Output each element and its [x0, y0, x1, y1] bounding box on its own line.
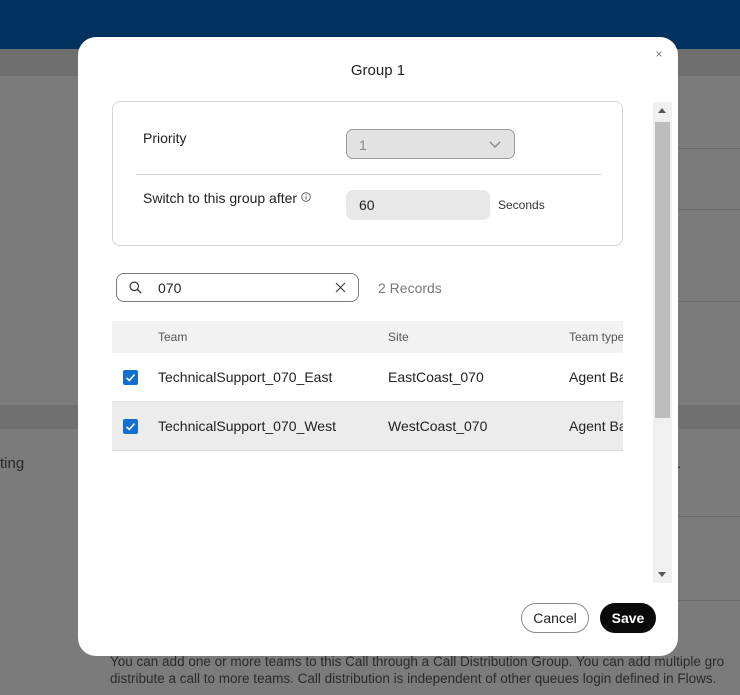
- background-label: ting: [0, 455, 25, 472]
- column-header-team-type[interactable]: Team type: [569, 330, 623, 344]
- background-divider: [678, 600, 740, 601]
- priority-select[interactable]: 1: [346, 129, 515, 159]
- column-header-site[interactable]: Site: [388, 330, 409, 344]
- settings-divider: [136, 174, 601, 175]
- close-button[interactable]: ×: [653, 48, 665, 60]
- row-checkbox[interactable]: [123, 370, 138, 385]
- switch-label: Switch to this group after: [143, 190, 311, 206]
- priority-label: Priority: [143, 130, 187, 146]
- team-search-input[interactable]: 070: [116, 273, 359, 302]
- scrollbar-thumb[interactable]: [655, 122, 670, 418]
- switch-after-value: 60: [359, 197, 375, 213]
- column-header-team[interactable]: Team: [158, 330, 187, 344]
- save-button[interactable]: Save: [600, 603, 656, 633]
- scroll-down-arrow-icon[interactable]: [658, 572, 666, 577]
- search-icon: [129, 281, 142, 294]
- switch-label-text: Switch to this group after: [143, 190, 298, 206]
- records-count: 2 Records: [378, 280, 442, 296]
- chevron-down-icon: [489, 141, 501, 148]
- table-row[interactable]: TechnicalSupport_070_East EastCoast_070 …: [112, 353, 623, 402]
- team-name-cell: TechnicalSupport_070_West: [158, 418, 336, 434]
- site-cell: EastCoast_070: [388, 369, 484, 385]
- table-header: Team Site Team type: [112, 321, 623, 353]
- search-value: 070: [158, 280, 182, 296]
- dialog-scrollbar[interactable]: [653, 102, 672, 583]
- background-divider: [678, 209, 740, 210]
- background-divider: [678, 148, 740, 149]
- seconds-unit-label: Seconds: [498, 198, 545, 212]
- checkmark-icon: [125, 422, 136, 431]
- group-dialog: Group 1 × Priority 1 Switch to this grou…: [78, 37, 678, 656]
- scroll-up-arrow-icon[interactable]: [658, 108, 666, 113]
- team-name-cell: TechnicalSupport_070_East: [158, 369, 333, 385]
- info-icon[interactable]: [301, 192, 311, 202]
- site-cell: WestCoast_070: [388, 418, 488, 434]
- clear-search-icon[interactable]: [335, 282, 346, 293]
- background-divider: [678, 301, 740, 302]
- group-settings-card: Priority 1 Switch to this group after 60…: [112, 101, 623, 246]
- table-row[interactable]: TechnicalSupport_070_West WestCoast_070 …: [112, 402, 623, 451]
- dialog-scroll-content: Priority 1 Switch to this group after 60…: [112, 101, 623, 582]
- team-type-cell: Agent Based: [569, 369, 623, 385]
- description-line: distribute a call to more teams. Call di…: [110, 671, 717, 686]
- background-divider: [678, 516, 740, 517]
- switch-after-input[interactable]: 60: [346, 190, 490, 220]
- checkmark-icon: [125, 373, 136, 382]
- team-type-cell: Agent Based: [569, 418, 623, 434]
- dialog-title: Group 1: [350, 62, 406, 79]
- row-checkbox[interactable]: [123, 419, 138, 434]
- cancel-button[interactable]: Cancel: [521, 603, 589, 633]
- background-description: You can add one or more teams to this Ca…: [110, 653, 740, 687]
- priority-value: 1: [359, 137, 367, 153]
